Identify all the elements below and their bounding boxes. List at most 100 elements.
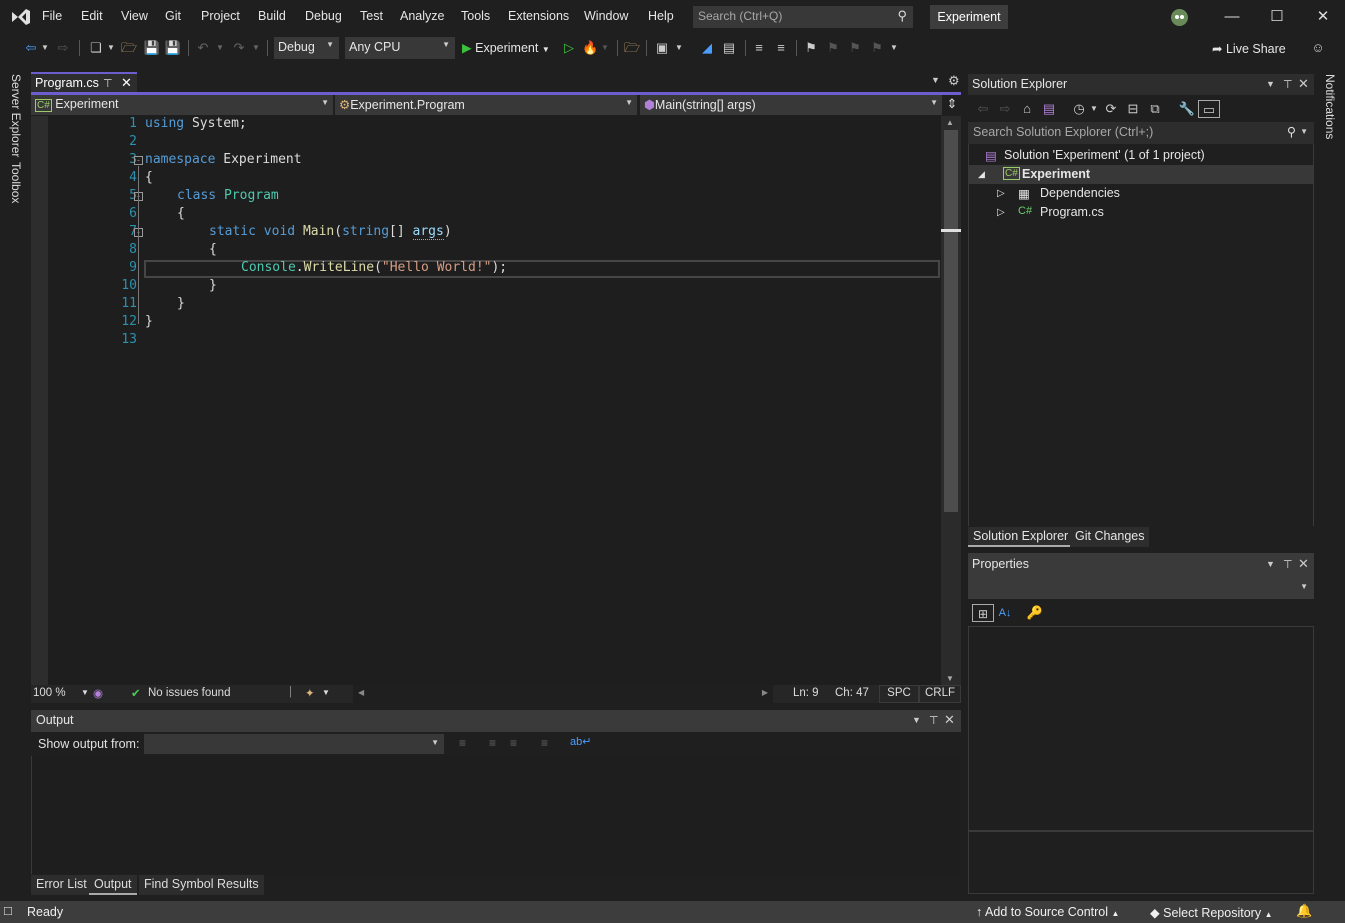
class-view-icon[interactable]: ▤: [720, 39, 738, 57]
navigate-back-icon[interactable]: ⇦: [22, 39, 40, 57]
menu-tools[interactable]: Tools: [461, 9, 490, 23]
close-panel-icon[interactable]: ✕: [944, 712, 955, 728]
collapsed-arrow-icon[interactable]: ▷: [997, 188, 1005, 199]
pin-icon[interactable]: ⊤: [103, 77, 113, 90]
zoom-level-select[interactable]: 100 %: [33, 687, 66, 699]
menu-project[interactable]: Project: [201, 9, 240, 23]
menu-view[interactable]: View: [121, 9, 148, 23]
bookmark-icon[interactable]: ⚑: [803, 39, 819, 57]
categorized-icon[interactable]: ⊞: [972, 604, 994, 622]
menu-debug[interactable]: Debug: [305, 9, 342, 23]
start-debugging-button[interactable]: ▶ Experiment ▼: [462, 39, 557, 57]
column-indicator[interactable]: Ch: 47: [835, 687, 869, 699]
scroll-left-icon[interactable]: ◀: [358, 688, 364, 697]
chevron-down-icon[interactable]: ▼: [322, 688, 330, 697]
solution-explorer-search-input[interactable]: Search Solution Explorer (Ctrl+;) ⚲ ▼: [968, 122, 1314, 144]
navigate-forward-icon[interactable]: ⇨: [54, 39, 72, 57]
new-dropdown-icon[interactable]: ▼: [106, 39, 116, 57]
solution-name-badge[interactable]: Experiment: [930, 5, 1008, 29]
tab-find-symbol-results[interactable]: Find Symbol Results: [139, 875, 264, 895]
close-panel-icon[interactable]: ✕: [1298, 556, 1309, 572]
find-in-files-icon[interactable]: 🗁: [623, 39, 641, 57]
settings-gear-icon[interactable]: ⚙: [948, 73, 960, 89]
tree-item-program-cs[interactable]: ▷ C# Program.cs: [969, 203, 1313, 222]
undo-icon[interactable]: ↶: [194, 39, 212, 57]
platform-select[interactable]: Any CPU ▼: [345, 37, 455, 59]
clear-bookmarks-icon[interactable]: ⚑: [869, 39, 885, 57]
notifications-bell-icon[interactable]: 🔔: [1296, 903, 1312, 919]
search-options-dropdown-icon[interactable]: ▼: [1300, 127, 1308, 136]
scroll-right-icon[interactable]: ▶: [762, 688, 768, 697]
output-source-select[interactable]: ▼: [144, 734, 444, 754]
line-ending-indicator[interactable]: CRLF: [919, 685, 961, 703]
scroll-up-icon[interactable]: ▲: [946, 118, 954, 127]
search-input[interactable]: Search (Ctrl+Q) ⚲: [693, 6, 913, 28]
open-folder-icon[interactable]: 🗁: [120, 39, 138, 57]
account-avatar[interactable]: [1171, 9, 1188, 26]
menu-window[interactable]: Window: [584, 9, 628, 23]
back-dropdown-icon[interactable]: ▼: [40, 39, 50, 57]
toolbar-overflow-icon[interactable]: ▼: [674, 39, 684, 57]
pin-icon[interactable]: ⊤: [1283, 558, 1293, 571]
close-panel-icon[interactable]: ✕: [1298, 76, 1309, 92]
comment-out-icon[interactable]: ≡: [750, 39, 768, 57]
new-project-icon[interactable]: ❏: [86, 39, 106, 57]
menu-git[interactable]: Git: [165, 9, 181, 23]
feedback-icon[interactable]: ☺: [1308, 39, 1328, 57]
type-navigation-select[interactable]: ⚙Experiment.Program ▼: [335, 95, 637, 115]
save-all-icon[interactable]: 💾: [164, 39, 182, 57]
project-navigation-select[interactable]: C# Experiment ▼: [31, 95, 333, 115]
close-window-button[interactable]: ✕: [1308, 6, 1338, 28]
back-icon[interactable]: ⇦: [974, 100, 992, 118]
tab-git-changes[interactable]: Git Changes: [1070, 527, 1150, 547]
vertical-scrollbar[interactable]: ▲ ▼: [941, 116, 961, 685]
preview-selected-items-icon[interactable]: ▭: [1198, 100, 1220, 118]
uncomment-icon[interactable]: ≡: [772, 39, 790, 57]
horizontal-scrollbar[interactable]: ◀ ▶: [353, 685, 773, 703]
output-content[interactable]: [31, 756, 961, 874]
pin-icon[interactable]: ⊤: [1283, 78, 1293, 91]
menu-file[interactable]: File: [42, 9, 62, 23]
minimize-button[interactable]: —: [1217, 6, 1247, 28]
collapse-all-icon[interactable]: ⊟: [1124, 100, 1142, 118]
property-pages-icon[interactable]: 🔑: [1026, 604, 1044, 622]
whitespace-indicator[interactable]: SPC: [879, 685, 919, 703]
switch-views-icon[interactable]: ▤: [1040, 100, 1058, 118]
line-indicator[interactable]: Ln: 9: [793, 687, 819, 699]
tab-program-cs[interactable]: Program.cs ⊤ ✕: [31, 72, 137, 92]
toolbar-overflow-icon[interactable]: ▼: [889, 39, 899, 57]
pending-changes-filter-icon[interactable]: ◷: [1070, 100, 1088, 118]
add-to-source-control-button[interactable]: ↑ Add to Source Control ▲: [976, 905, 1119, 919]
properties-wrench-icon[interactable]: 🔧: [1178, 100, 1196, 118]
tree-item-project[interactable]: ◢ C# Experiment: [969, 165, 1313, 184]
maximize-button[interactable]: ☐: [1262, 6, 1292, 28]
tree-item-dependencies[interactable]: ▷ ▦ Dependencies: [969, 184, 1313, 203]
intellicode-icon[interactable]: ◉: [93, 686, 103, 700]
word-wrap-icon[interactable]: ab↵: [570, 735, 591, 748]
redo-dropdown-icon[interactable]: ▼: [251, 39, 261, 57]
tab-error-list[interactable]: Error List: [31, 875, 92, 895]
previous-bookmark-icon[interactable]: ⚑: [825, 39, 841, 57]
configuration-select[interactable]: Debug ▼: [274, 37, 339, 59]
code-editor[interactable]: 1 2 3 4 5 6 7 8 9 10 11 12 13 - - - usin…: [31, 116, 941, 685]
panel-options-icon[interactable]: ▼: [1266, 559, 1275, 569]
toolbox-tab[interactable]: Toolbox: [9, 162, 23, 203]
menu-analyze[interactable]: Analyze: [400, 9, 444, 23]
sync-icon[interactable]: ⟳: [1102, 100, 1120, 118]
scroll-down-icon[interactable]: ▼: [946, 674, 954, 683]
filter-dropdown-icon[interactable]: ▼: [1089, 100, 1099, 118]
menu-edit[interactable]: Edit: [81, 9, 103, 23]
properties-object-select[interactable]: ▼: [968, 575, 1314, 599]
expanded-arrow-icon[interactable]: ◢: [978, 169, 985, 180]
menu-build[interactable]: Build: [258, 9, 286, 23]
step-into-icon[interactable]: ◢: [698, 39, 716, 57]
next-message-icon[interactable]: ≡: [510, 736, 517, 750]
notifications-tab[interactable]: Notifications: [1323, 74, 1337, 139]
save-icon[interactable]: 💾: [143, 39, 161, 57]
menu-test[interactable]: Test: [360, 9, 383, 23]
redo-icon[interactable]: ↷: [230, 39, 248, 57]
menu-extensions[interactable]: Extensions: [508, 9, 569, 23]
panel-options-icon[interactable]: ▼: [912, 715, 921, 725]
tab-output[interactable]: Output: [89, 875, 137, 895]
tab-list-dropdown-icon[interactable]: ▼: [931, 75, 940, 85]
